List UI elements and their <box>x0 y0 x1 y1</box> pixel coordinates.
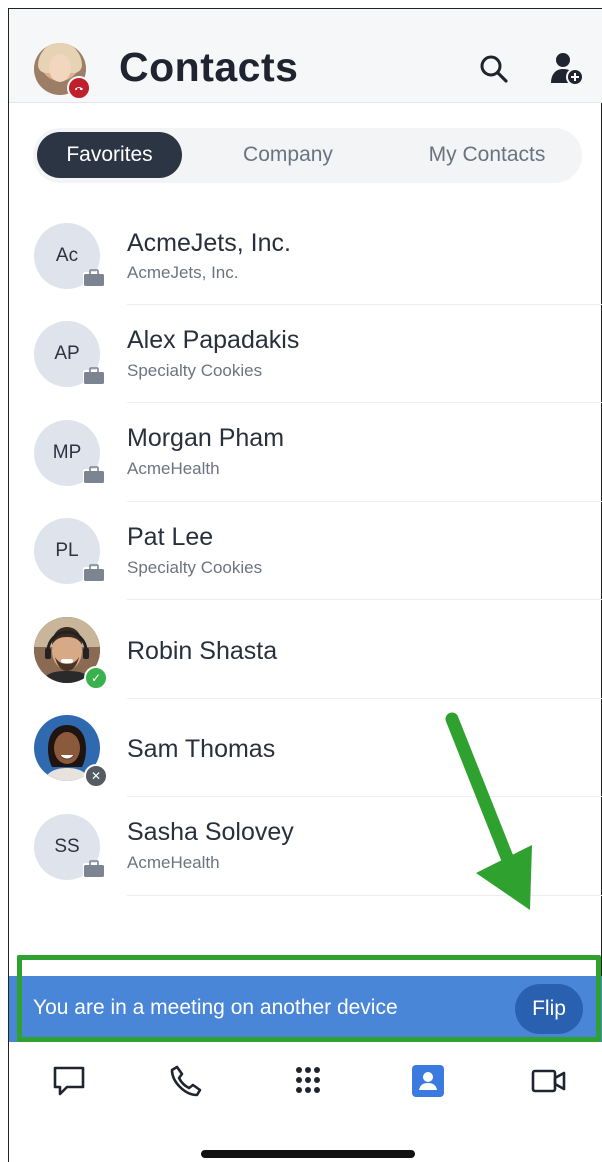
briefcase-icon <box>83 367 105 385</box>
annotation-highlight-box <box>17 955 601 1042</box>
contact-company: Specialty Cookies <box>127 361 263 380</box>
nav-calls[interactable] <box>169 1064 203 1098</box>
contact-name: Pat Lee <box>127 523 214 551</box>
contact-name: Sam Thomas <box>127 735 276 763</box>
add-contact-button[interactable] <box>548 50 586 88</box>
available-status-icon: ✓ <box>84 666 108 690</box>
contact-company: AcmeHealth <box>127 853 220 872</box>
tab-favorites[interactable]: Favorites <box>37 132 182 178</box>
briefcase-icon <box>83 860 105 878</box>
tab-my-contacts[interactable]: My Contacts <box>403 132 571 178</box>
search-button[interactable] <box>476 52 512 88</box>
app-header <box>9 9 602 103</box>
contact-row[interactable]: PL Pat Lee Specialty Cookies <box>9 501 602 600</box>
contact-name: Sasha Solovey <box>127 818 294 846</box>
add-contact-icon <box>551 53 584 86</box>
contact-company: AcmeHealth <box>127 459 220 478</box>
chat-icon <box>53 1066 85 1096</box>
bottom-navigation <box>9 1042 602 1162</box>
nav-meetings[interactable] <box>531 1064 566 1098</box>
contact-row[interactable]: Ac AcmeJets, Inc. AcmeJets, Inc. <box>9 205 602 305</box>
busy-status-icon <box>67 76 91 100</box>
briefcase-icon <box>83 269 105 287</box>
offline-status-icon: ✕ <box>84 764 108 788</box>
contacts-icon <box>412 1065 444 1097</box>
contact-company: Specialty Cookies <box>127 558 263 577</box>
nav-contacts[interactable] <box>411 1064 445 1098</box>
contact-name: AcmeJets, Inc. <box>127 229 291 257</box>
tab-company[interactable]: Company <box>213 132 363 178</box>
contact-row[interactable]: MP Morgan Pham AcmeHealth <box>9 402 602 502</box>
contact-row[interactable]: AP Alex Papadakis Specialty Cookies <box>9 304 602 403</box>
phone-icon <box>170 1065 202 1097</box>
annotation-arrow-icon <box>445 712 532 910</box>
contact-row[interactable]: ✓ Robin Shasta <box>9 599 602 699</box>
contact-company: AcmeJets, Inc. <box>127 263 239 282</box>
briefcase-icon <box>83 466 105 484</box>
nav-messages[interactable] <box>52 1064 86 1098</box>
briefcase-icon <box>83 564 105 582</box>
contact-name: Morgan Pham <box>127 424 285 452</box>
search-icon <box>480 55 508 83</box>
contact-name: Robin Shasta <box>127 637 278 665</box>
contact-tabs: Favorites Company My Contacts <box>33 128 582 183</box>
dialpad-icon <box>296 1067 320 1093</box>
contact-name: Alex Papadakis <box>127 326 300 354</box>
nav-dialpad[interactable] <box>291 1064 325 1098</box>
page-title: Contacts <box>119 44 299 90</box>
home-indicator[interactable] <box>201 1150 415 1158</box>
video-icon <box>531 1069 566 1093</box>
